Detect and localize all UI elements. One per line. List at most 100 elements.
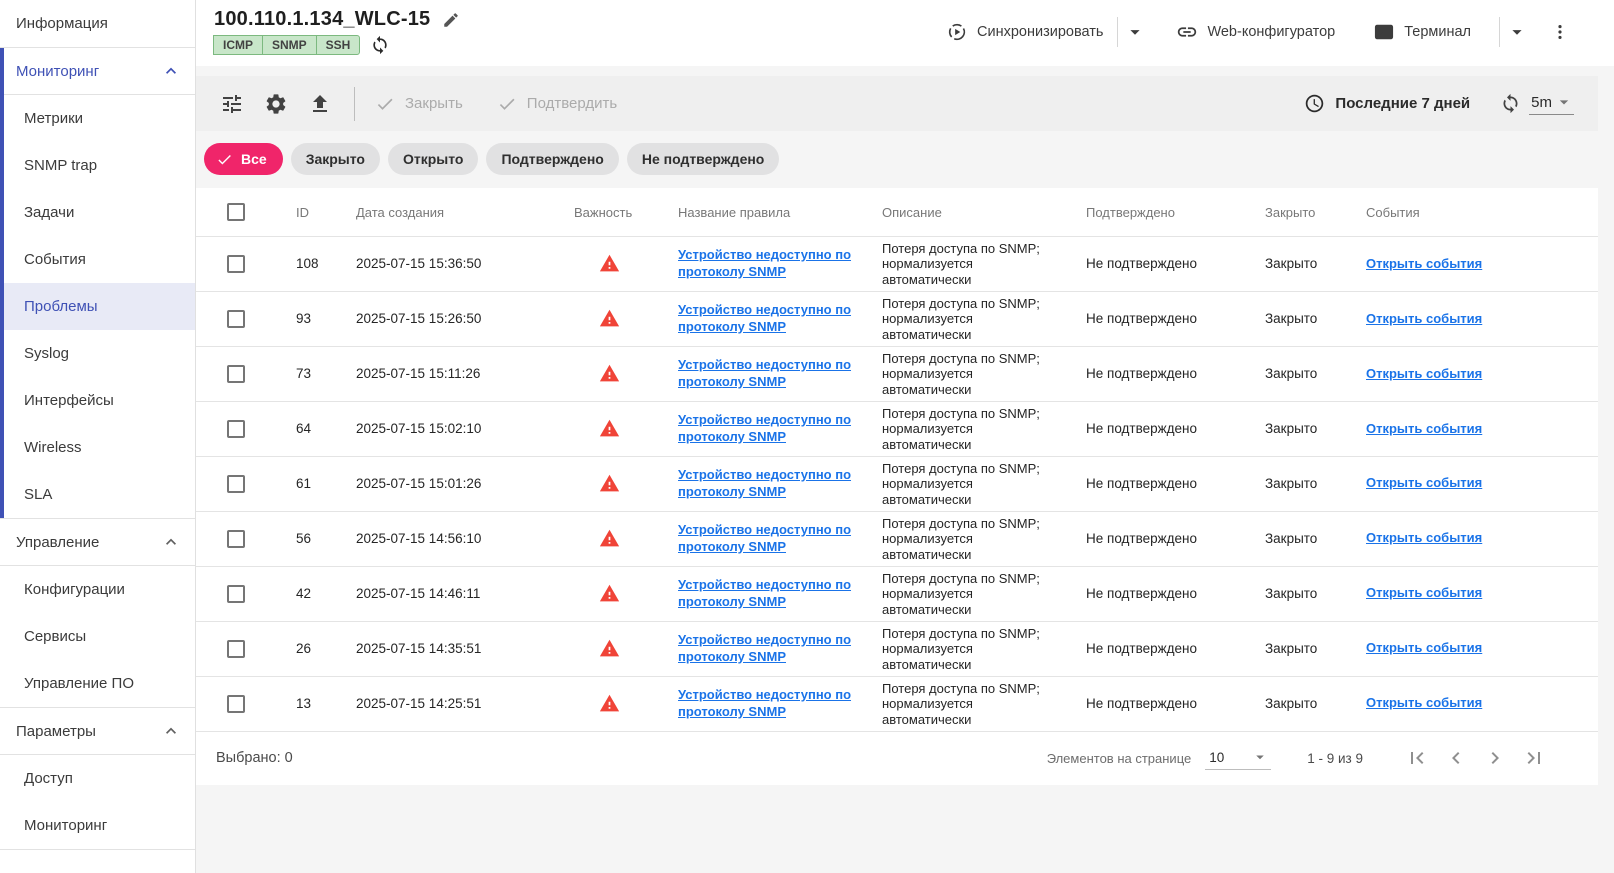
filter-chip[interactable]: Закрыто bbox=[291, 143, 380, 175]
rule-link[interactable]: Устройство недоступно по протоколу SNMP bbox=[678, 467, 858, 501]
filter-chip-label: Открыто bbox=[403, 151, 463, 167]
sidebar-item[interactable]: Задачи bbox=[0, 189, 195, 236]
filter-chip[interactable]: Подтверждено bbox=[486, 143, 618, 175]
warning-triangle-icon bbox=[599, 528, 666, 549]
acknowledge-button[interactable]: Подтвердить bbox=[497, 94, 617, 114]
sidebar-item-label: Проблемы bbox=[24, 298, 98, 315]
table-settings-button[interactable] bbox=[264, 92, 288, 116]
sidebar-item-label: Syslog bbox=[24, 345, 69, 362]
first-page-button[interactable] bbox=[1405, 746, 1429, 770]
row-checkbox[interactable] bbox=[227, 640, 245, 658]
terminal-button[interactable]: Терминал bbox=[1365, 15, 1479, 49]
sync-button[interactable]: Синхронизировать bbox=[938, 15, 1111, 49]
sidebar-item[interactable]: Сервисы bbox=[0, 613, 195, 660]
filter-chip[interactable]: Не подтверждено bbox=[627, 143, 780, 175]
row-checkbox[interactable] bbox=[227, 585, 245, 603]
row-checkbox[interactable] bbox=[227, 695, 245, 713]
sidebar-item[interactable]: События bbox=[0, 236, 195, 283]
export-button[interactable] bbox=[308, 92, 332, 116]
next-page-button[interactable] bbox=[1483, 746, 1507, 770]
rule-link[interactable]: Устройство недоступно по протоколу SNMP bbox=[678, 412, 858, 446]
open-events-link[interactable]: Открыть события bbox=[1366, 421, 1482, 438]
sidebar-item[interactable]: Мониторинг bbox=[0, 802, 195, 849]
warning-triangle-icon bbox=[599, 583, 666, 604]
select-all-checkbox[interactable] bbox=[227, 203, 245, 221]
autorefresh-icon bbox=[1500, 93, 1521, 114]
sidebar-item-information[interactable]: Информация bbox=[0, 0, 195, 47]
rule-link[interactable]: Устройство недоступно по протоколу SNMP bbox=[678, 302, 858, 336]
warning-triangle-icon bbox=[599, 693, 666, 714]
cell-description: Потеря доступа по SNMP; нормализуется ав… bbox=[882, 622, 1064, 676]
close-problems-button[interactable]: Закрыть bbox=[375, 94, 463, 114]
auto-refresh-button[interactable] bbox=[1500, 93, 1521, 114]
open-events-link[interactable]: Открыть события bbox=[1366, 311, 1482, 328]
sidebar-item[interactable]: Метрики bbox=[0, 95, 195, 142]
refresh-status-button[interactable] bbox=[370, 35, 390, 55]
main-content: 100.110.1.134_WLC-15 ICMP SNMP SSH bbox=[196, 0, 1614, 873]
row-checkbox[interactable] bbox=[227, 255, 245, 273]
cell-created: 2025-07-15 14:25:51 bbox=[356, 696, 568, 711]
open-events-link[interactable]: Открыть события bbox=[1366, 366, 1482, 383]
sync-dropdown-button[interactable] bbox=[1124, 21, 1146, 43]
refresh-interval-select[interactable]: 5m bbox=[1529, 92, 1574, 115]
per-page-select[interactable]: 10 bbox=[1205, 746, 1271, 770]
table-body: 108 2025-07-15 15:36:50 Устройство недос… bbox=[196, 236, 1598, 731]
last-page-button[interactable] bbox=[1522, 746, 1546, 770]
rule-link[interactable]: Устройство недоступно по протоколу SNMP bbox=[678, 357, 858, 391]
column-header-created: Дата создания bbox=[356, 205, 568, 220]
filter-chip[interactable]: Все bbox=[204, 143, 283, 175]
filter-chip-label: Закрыто bbox=[306, 151, 365, 167]
sidebar-item[interactable]: Интерфейсы bbox=[0, 377, 195, 424]
filter-chip[interactable]: Открыто bbox=[388, 143, 478, 175]
row-checkbox[interactable] bbox=[227, 530, 245, 548]
sidebar-section-header-management[interactable]: Управление bbox=[0, 519, 195, 566]
cell-id: 26 bbox=[284, 641, 356, 656]
sidebar-item[interactable]: SNMP trap bbox=[0, 142, 195, 189]
open-events-link[interactable]: Открыть события bbox=[1366, 585, 1482, 602]
row-checkbox[interactable] bbox=[227, 365, 245, 383]
rule-link[interactable]: Устройство недоступно по протоколу SNMP bbox=[678, 577, 858, 611]
web-configurator-label: Web-конфигуратор bbox=[1207, 24, 1335, 40]
table-row: 64 2025-07-15 15:02:10 Устройство недост… bbox=[196, 401, 1598, 456]
cell-closed: Закрыто bbox=[1265, 531, 1365, 546]
sidebar-section-header-parameters[interactable]: Параметры bbox=[0, 708, 195, 755]
caret-down-icon bbox=[1554, 92, 1574, 112]
sidebar-item-label: Доступ bbox=[24, 770, 73, 787]
tune-icon bbox=[220, 92, 244, 116]
rule-link[interactable]: Устройство недоступно по протоколу SNMP bbox=[678, 687, 858, 721]
sidebar-item[interactable]: SLA bbox=[0, 471, 195, 518]
sidebar-item[interactable]: Конфигурации bbox=[0, 566, 195, 613]
sidebar-section-header-monitoring[interactable]: Мониторинг bbox=[0, 48, 195, 95]
time-range-button[interactable]: Последние 7 дней bbox=[1304, 93, 1470, 114]
prev-page-button[interactable] bbox=[1444, 746, 1468, 770]
last-page-icon bbox=[1522, 746, 1546, 770]
sidebar-item[interactable]: Проблемы bbox=[0, 283, 195, 330]
per-page-value: 10 bbox=[1209, 750, 1224, 765]
open-events-link[interactable]: Открыть события bbox=[1366, 640, 1482, 657]
sidebar-item-label: Информация bbox=[16, 15, 108, 32]
row-checkbox[interactable] bbox=[227, 475, 245, 493]
filter-settings-button[interactable] bbox=[220, 92, 244, 116]
rule-link[interactable]: Устройство недоступно по протоколу SNMP bbox=[678, 632, 858, 666]
cell-created: 2025-07-15 15:11:26 bbox=[356, 366, 568, 381]
open-events-link[interactable]: Открыть события bbox=[1366, 256, 1482, 273]
row-checkbox[interactable] bbox=[227, 420, 245, 438]
edit-device-name-button[interactable] bbox=[442, 11, 460, 29]
sidebar-item[interactable]: Управление ПО bbox=[0, 660, 195, 707]
sidebar-item[interactable]: Wireless bbox=[0, 424, 195, 471]
column-header-rule: Название правила bbox=[676, 205, 882, 220]
rule-link[interactable]: Устройство недоступно по протоколу SNMP bbox=[678, 522, 858, 556]
rule-link[interactable]: Устройство недоступно по протоколу SNMP bbox=[678, 247, 858, 281]
row-checkbox[interactable] bbox=[227, 310, 245, 328]
sidebar-item[interactable]: Syslog bbox=[0, 330, 195, 377]
open-events-link[interactable]: Открыть события bbox=[1366, 475, 1482, 492]
filter-chip-label: Подтверждено bbox=[501, 151, 603, 167]
pagination: Элементов на странице 10 1 - 9 из 9 bbox=[1047, 746, 1546, 770]
open-events-link[interactable]: Открыть события bbox=[1366, 695, 1482, 712]
open-events-link[interactable]: Открыть события bbox=[1366, 530, 1482, 547]
terminal-dropdown-button[interactable] bbox=[1506, 21, 1528, 43]
more-menu-button[interactable] bbox=[1550, 22, 1570, 42]
sidebar-item[interactable]: Доступ bbox=[0, 755, 195, 802]
sidebar-section-parameters: Параметры Доступ Мониторинг bbox=[0, 707, 195, 849]
web-configurator-button[interactable]: Web-конфигуратор bbox=[1168, 15, 1343, 49]
